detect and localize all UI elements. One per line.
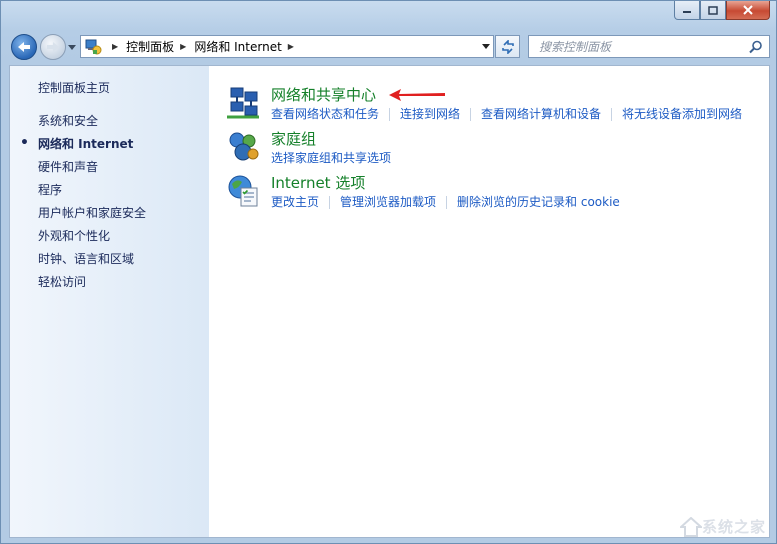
back-arrow-icon	[18, 42, 30, 52]
category-links: 查看网络状态和任务 连接到网络 查看网络计算机和设备 将无线设备添加到网络	[271, 106, 742, 122]
link-separator	[446, 195, 448, 209]
close-button[interactable]	[726, 1, 770, 20]
caption-buttons	[674, 1, 770, 20]
watermark-text: 系统之家	[701, 518, 766, 536]
maximize-button[interactable]	[700, 1, 726, 20]
link-add-wireless-device[interactable]: 将无线设备添加到网络	[622, 106, 742, 122]
category-internet-options: Internet 选项 更改主页 管理浏览器加载项 删除浏览的历史记录和 coo…	[225, 172, 769, 210]
breadcrumb-network-internet[interactable]: 网络和 Internet	[194, 38, 281, 55]
link-manage-addons[interactable]: 管理浏览器加载项	[340, 194, 436, 210]
chevron-down-icon	[482, 43, 490, 49]
main-panel: 网络和共享中心 查看网络状态和任务 连接到网络 查看网络计算机和设备 将无线设备…	[209, 66, 769, 537]
breadcrumb-arrow-icon[interactable]: ▶	[288, 42, 294, 51]
navigation-bar: ▶ 控制面板 ▶ 网络和 Internet ▶	[1, 31, 776, 63]
refresh-icon	[501, 39, 514, 54]
sidebar-item-hardware-sound[interactable]: 硬件和声音	[38, 159, 209, 182]
close-icon	[743, 5, 753, 15]
sidebar-item-system-security[interactable]: 系统和安全	[38, 113, 209, 136]
sidebar-item-home[interactable]: 控制面板主页	[38, 80, 209, 103]
link-view-network-computers[interactable]: 查看网络计算机和设备	[481, 106, 601, 122]
category-links: 选择家庭组和共享选项	[271, 150, 391, 166]
forward-arrow-icon	[47, 42, 59, 52]
breadcrumb-arrow-icon[interactable]: ▶	[180, 42, 186, 51]
forward-button[interactable]	[40, 34, 66, 60]
link-change-home-page[interactable]: 更改主页	[271, 194, 319, 210]
control-panel-icon	[85, 39, 102, 54]
content-area: 控制面板主页 系统和安全 网络和 Internet 硬件和声音 程序 用户帐户和…	[9, 65, 770, 538]
network-sharing-center-icon[interactable]	[225, 84, 261, 120]
category-homegroup: 家庭组 选择家庭组和共享选项	[225, 128, 769, 166]
category-title-homegroup[interactable]: 家庭组	[271, 128, 391, 150]
category-title-internet-options[interactable]: Internet 选项	[271, 172, 620, 194]
breadcrumb-arrow-icon[interactable]: ▶	[112, 42, 118, 51]
recent-pages-dropdown[interactable]	[67, 41, 77, 53]
sidebar-item-network-internet[interactable]: 网络和 Internet	[20, 135, 209, 159]
sidebar-item-user-accounts[interactable]: 用户帐户和家庭安全	[38, 205, 209, 228]
annotation-arrow-icon	[389, 89, 445, 101]
category-network-sharing: 网络和共享中心 查看网络状态和任务 连接到网络 查看网络计算机和设备 将无线设备…	[225, 84, 769, 122]
link-delete-browsing-history[interactable]: 删除浏览的历史记录和 cookie	[457, 194, 620, 210]
refresh-button[interactable]	[495, 35, 520, 58]
link-separator	[329, 195, 331, 209]
sidebar-item-appearance[interactable]: 外观和个性化	[38, 228, 209, 251]
back-button[interactable]	[11, 34, 37, 60]
maximize-icon	[708, 5, 718, 15]
search-input[interactable]	[537, 38, 741, 55]
sidebar-item-ease-of-access[interactable]: 轻松访问	[38, 274, 209, 297]
link-separator	[611, 107, 613, 121]
watermark-logo-icon	[679, 516, 702, 537]
minimize-button[interactable]	[674, 1, 700, 20]
address-bar[interactable]: ▶ 控制面板 ▶ 网络和 Internet ▶	[80, 35, 494, 58]
title-bar-residue	[21, 1, 241, 7]
link-view-network-status[interactable]: 查看网络状态和任务	[271, 106, 379, 122]
watermark: 系统之家	[679, 516, 766, 537]
link-separator	[389, 107, 391, 121]
address-history-dropdown[interactable]	[480, 40, 492, 52]
title-bar	[1, 1, 776, 29]
link-connect-to-network[interactable]: 连接到网络	[400, 106, 460, 122]
link-homegroup-sharing-options[interactable]: 选择家庭组和共享选项	[271, 150, 391, 166]
link-separator	[470, 107, 472, 121]
search-icon[interactable]	[749, 40, 763, 54]
search-box[interactable]	[528, 35, 770, 58]
category-links: 更改主页 管理浏览器加载项 删除浏览的历史记录和 cookie	[271, 194, 620, 210]
sidebar-item-clock-language[interactable]: 时钟、语言和区域	[38, 251, 209, 274]
homegroup-icon[interactable]	[225, 128, 261, 164]
minimize-icon	[683, 11, 691, 13]
sidebar-item-programs[interactable]: 程序	[38, 182, 209, 205]
internet-options-icon[interactable]	[225, 172, 261, 208]
sidebar: 控制面板主页 系统和安全 网络和 Internet 硬件和声音 程序 用户帐户和…	[10, 66, 209, 537]
control-panel-window: ▶ 控制面板 ▶ 网络和 Internet ▶ 控制面板主页 系统和安全	[0, 0, 777, 544]
breadcrumb-control-panel[interactable]: 控制面板	[126, 38, 174, 55]
category-title-network-sharing[interactable]: 网络和共享中心	[271, 84, 742, 106]
chevron-down-icon	[68, 44, 76, 50]
